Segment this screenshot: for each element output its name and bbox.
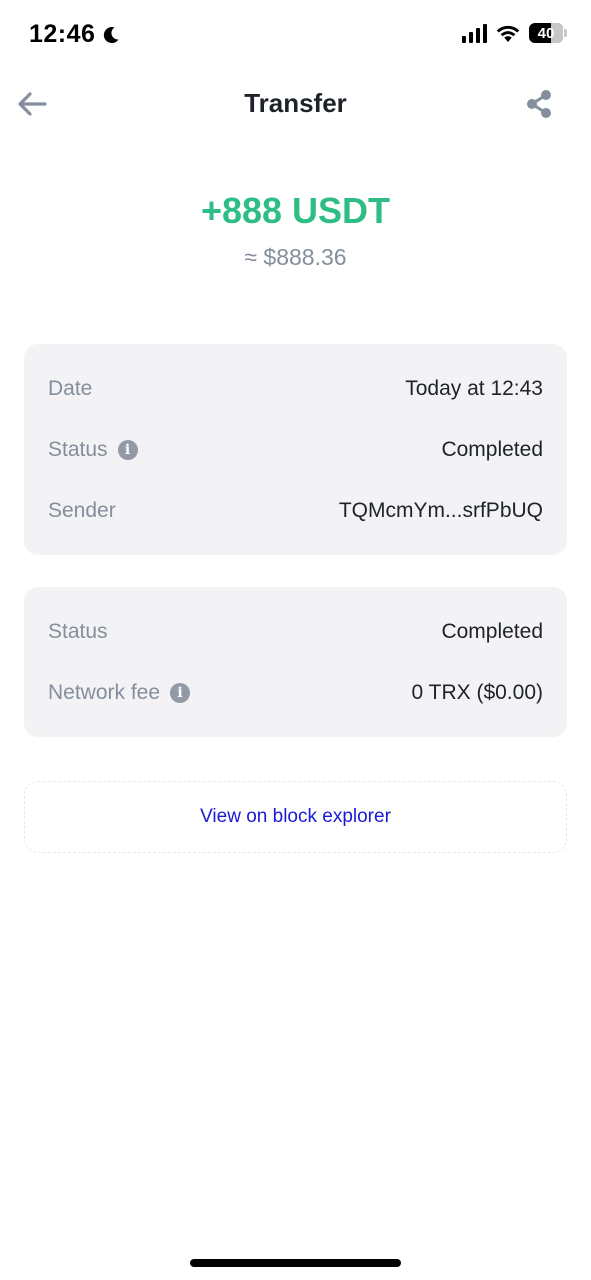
network-row-fee: Network fee i 0 TRX ($0.00) xyxy=(48,677,543,709)
status-time: 12:46 xyxy=(29,20,121,49)
info-icon[interactable]: i xyxy=(170,683,191,703)
status-indicators: 40 xyxy=(462,23,567,43)
status-label: Status xyxy=(48,438,108,461)
view-block-explorer-button[interactable]: View on block explorer xyxy=(24,781,567,853)
moon-icon xyxy=(104,26,119,43)
date-label: Date xyxy=(48,377,93,400)
detail-row-status: Status i Completed xyxy=(48,434,543,466)
view-block-explorer-label: View on block explorer xyxy=(200,806,391,827)
wifi-icon xyxy=(496,25,520,42)
network-fee-label: Network fee xyxy=(48,681,161,704)
cellular-signal-icon xyxy=(462,23,487,43)
battery-indicator: 40 xyxy=(529,23,567,43)
details-card: Date Today at 12:43 Status i Completed S… xyxy=(24,344,567,555)
info-icon[interactable]: i xyxy=(117,440,138,460)
status-value: Completed xyxy=(441,438,543,461)
header: Transfer xyxy=(0,76,591,132)
date-value: Today at 12:43 xyxy=(405,377,543,400)
status-bar: 12:46 40 xyxy=(0,0,591,70)
page-title: Transfer xyxy=(244,88,347,118)
battery-icon: 40 xyxy=(529,23,563,43)
share-icon xyxy=(527,90,551,118)
network-status-value: Completed xyxy=(441,620,543,643)
sender-address[interactable]: TQMcmYm...srfPbUQ xyxy=(339,499,543,523)
detail-row-sender: Sender TQMcmYm...srfPbUQ xyxy=(48,495,543,527)
transfer-amount: +888 USDT xyxy=(200,190,391,231)
network-card: Status Completed Network fee i 0 TRX ($0… xyxy=(24,587,567,737)
status-time-text: 12:46 xyxy=(29,20,96,48)
home-indicator[interactable] xyxy=(190,1259,401,1267)
share-button[interactable] xyxy=(521,86,557,122)
network-status-label: Status xyxy=(48,620,108,643)
network-fee-value: 0 TRX ($0.00) xyxy=(411,681,543,704)
screen: 12:46 40 Transfer +888 USDT ≈ $888.36 Da… xyxy=(0,0,591,1280)
fiat-equivalent: ≈ $888.36 xyxy=(244,244,347,270)
battery-level: 40 xyxy=(537,24,555,42)
sender-label: Sender xyxy=(48,499,116,522)
detail-row-date: Date Today at 12:43 xyxy=(48,373,543,405)
network-row-status: Status Completed xyxy=(48,616,543,648)
